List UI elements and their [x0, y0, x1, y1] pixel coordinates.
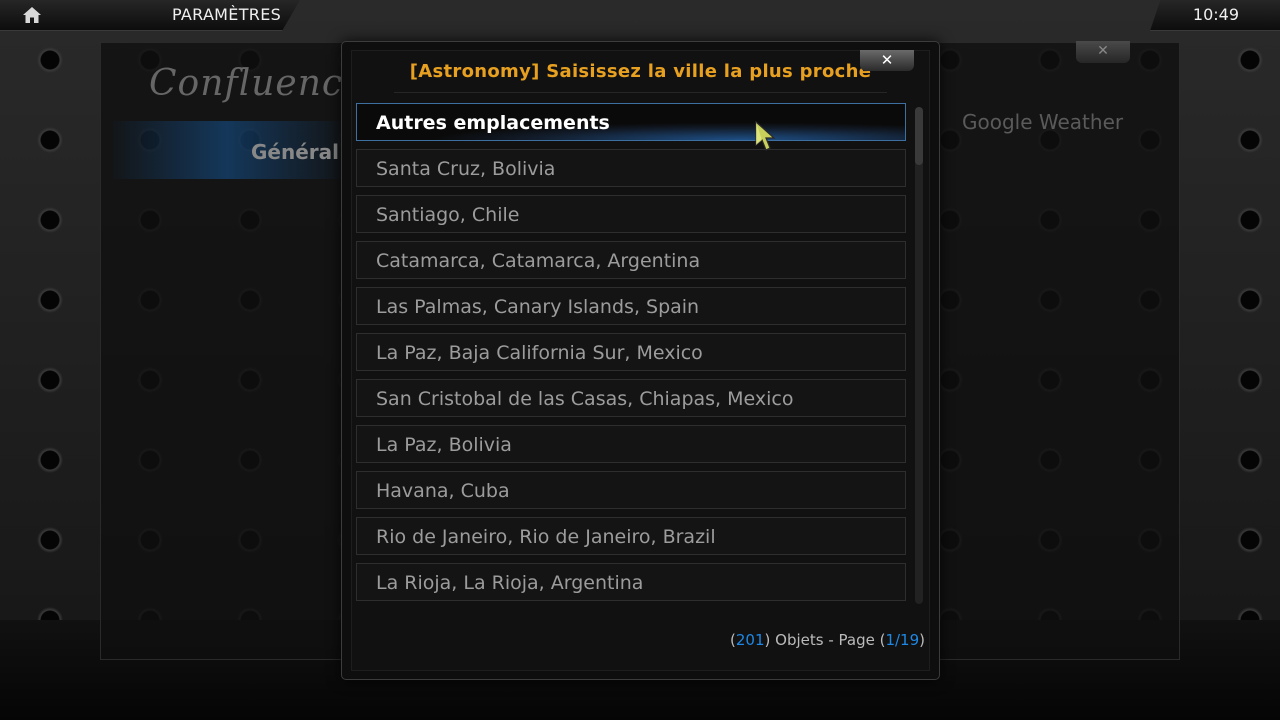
confluence-logo: Confluence [149, 63, 366, 104]
list-item[interactable]: La Rioja, La Rioja, Argentina [356, 563, 906, 601]
list-item-label: La Paz, Baja California Sur, Mexico [376, 342, 703, 364]
select-location-dialog: [Astronomy] Saisissez la ville la plus p… [341, 41, 940, 680]
list-item-label: La Paz, Bolivia [376, 434, 512, 456]
list-item[interactable]: La Paz, Baja California Sur, Mexico [356, 333, 906, 371]
list-item-label: Las Palmas, Canary Islands, Spain [376, 296, 700, 318]
page-indicator: (201) Objets - Page (1/19) [730, 631, 925, 649]
category-general[interactable]: Général [251, 140, 339, 164]
list-item-label: La Rioja, La Rioja, Argentina [376, 572, 644, 594]
page-number: 1/19 [885, 631, 920, 649]
top-bar-right: 10:49 [1150, 0, 1280, 31]
list-item[interactable]: Rio de Janeiro, Rio de Janeiro, Brazil [356, 517, 906, 555]
list-item-label: Rio de Janeiro, Rio de Janeiro, Brazil [376, 526, 716, 548]
close-icon: ✕ [880, 51, 894, 69]
list-item[interactable]: Santa Cruz, Bolivia [356, 149, 906, 187]
top-bar-left: PARAMÈTRES [0, 0, 300, 31]
list-item-label: San Cristobal de las Casas, Chiapas, Mex… [376, 388, 794, 410]
list-item[interactable]: Las Palmas, Canary Islands, Spain [356, 287, 906, 325]
scrollbar-thumb[interactable] [915, 107, 923, 165]
dialog-heading: [Astronomy] Saisissez la ville la plus p… [409, 61, 872, 82]
list-item[interactable]: San Cristobal de las Casas, Chiapas, Mex… [356, 379, 906, 417]
list-item-label: Catamarca, Catamarca, Argentina [376, 250, 701, 272]
list-item[interactable]: Santiago, Chile [356, 195, 906, 233]
close-icon: ✕ [1097, 43, 1109, 59]
heading-divider [394, 92, 887, 93]
list-item-label: Santiago, Chile [376, 204, 520, 226]
list-item-label: Havana, Cuba [376, 480, 510, 502]
list-item[interactable]: Catamarca, Catamarca, Argentina [356, 241, 906, 279]
addon-name: Google Weather [962, 110, 1124, 134]
list-item-label: Autres emplacements [376, 112, 610, 134]
page-title: PARAMÈTRES [172, 5, 282, 24]
list-item[interactable]: Autres emplacements [356, 103, 906, 141]
footer-objects-text: ) Objets - Page ( [764, 631, 886, 649]
item-count: 201 [735, 631, 765, 649]
settings-close-button[interactable]: ✕ [1076, 41, 1130, 63]
list-item[interactable]: Havana, Cuba [356, 471, 906, 509]
list-scrollbar[interactable] [915, 107, 923, 604]
list-item[interactable]: La Paz, Bolivia [356, 425, 906, 463]
footer-close-paren: ) [919, 631, 925, 649]
location-list: Autres emplacements Santa Cruz, Bolivia … [356, 103, 906, 609]
pointer-cursor-icon [755, 120, 779, 153]
list-item-label: Santa Cruz, Bolivia [376, 158, 556, 180]
home-icon[interactable] [22, 6, 42, 24]
dialog-close-button[interactable]: ✕ [860, 50, 914, 71]
clock: 10:49 [1192, 5, 1239, 24]
